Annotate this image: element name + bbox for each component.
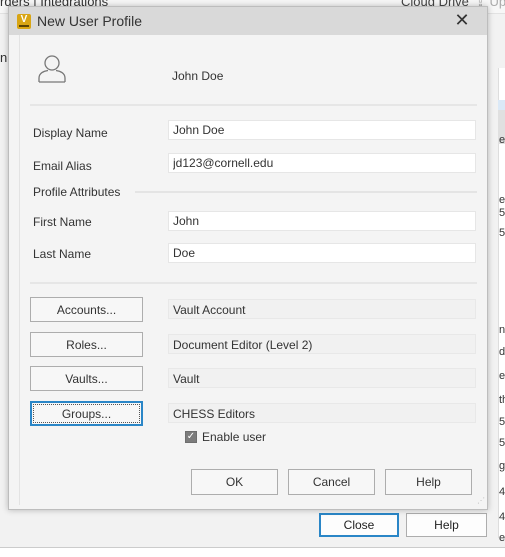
dialog-title: New User Profile (37, 13, 143, 29)
help-button[interactable]: Help (385, 469, 472, 495)
enable-user-label[interactable]: Enable user (202, 430, 266, 444)
background-cell-fragment: 5, (499, 437, 505, 449)
display-name-input[interactable] (168, 120, 476, 140)
new-user-profile-dialog: V New User Profile ✕ John Doe Display Na… (8, 6, 488, 510)
close-icon[interactable]: ✕ (453, 11, 471, 29)
background-cell-fragment: th (499, 394, 505, 406)
background-cell-fragment: 4 (499, 511, 505, 523)
background-right-selection (498, 100, 505, 110)
background-cell-fragment: e (499, 134, 505, 146)
vaults-button[interactable]: Vaults... (30, 366, 143, 391)
dialog-body: John Doe Display Name Email Alias Profil… (19, 35, 487, 505)
background-cell-fragment: da (499, 346, 505, 358)
ok-button[interactable]: OK (191, 469, 278, 495)
profile-attributes-line (135, 191, 477, 193)
background-cell-fragment: e (499, 370, 505, 382)
profile-attributes-label: Profile Attributes (33, 185, 121, 199)
display-name-label: Display Name (33, 126, 108, 140)
background-cell-fragment: 5, (499, 207, 505, 219)
accounts-value: Vault Account (168, 299, 476, 319)
resize-grip-icon[interactable]: ⋰ (477, 497, 485, 507)
vault-app-icon: V (17, 14, 31, 29)
background-cell-fragment: 5, (499, 416, 505, 428)
background-bottom-bar (0, 547, 505, 557)
background-cell-fragment: e (499, 194, 505, 206)
email-alias-label: Email Alias (33, 159, 92, 173)
roles-button[interactable]: Roles... (30, 332, 143, 357)
background-left-text: n (0, 50, 8, 65)
user-display-name: John Doe (172, 69, 224, 83)
background-cell-fragment: 4 (499, 486, 505, 498)
background-cell-fragment: 5, (499, 227, 505, 239)
first-name-input[interactable] (168, 211, 476, 231)
background-cell-fragment: n (499, 324, 505, 336)
enable-user-checkbox[interactable]: ✓ (185, 431, 197, 443)
separator (30, 104, 477, 106)
groups-value: CHESS Editors (168, 403, 476, 423)
last-name-label: Last Name (33, 247, 92, 261)
parent-close-button[interactable]: Close (319, 513, 399, 537)
first-name-label: First Name (33, 215, 92, 229)
accounts-button[interactable]: Accounts... (30, 297, 143, 322)
roles-value: Document Editor (Level 2) (168, 334, 476, 354)
background-cell-fragment: e (499, 532, 505, 544)
background-cell-fragment: g (499, 460, 505, 472)
user-avatar-icon (38, 55, 66, 83)
parent-help-button[interactable]: Help (406, 513, 487, 537)
vaults-value: Vault (168, 368, 476, 388)
last-name-input[interactable] (168, 243, 476, 263)
cancel-button[interactable]: Cancel (288, 469, 375, 495)
dialog-titlebar[interactable]: V New User Profile ✕ (9, 7, 487, 35)
separator (30, 282, 477, 284)
groups-button[interactable]: Groups... (30, 401, 143, 426)
email-alias-input[interactable] (168, 153, 476, 173)
